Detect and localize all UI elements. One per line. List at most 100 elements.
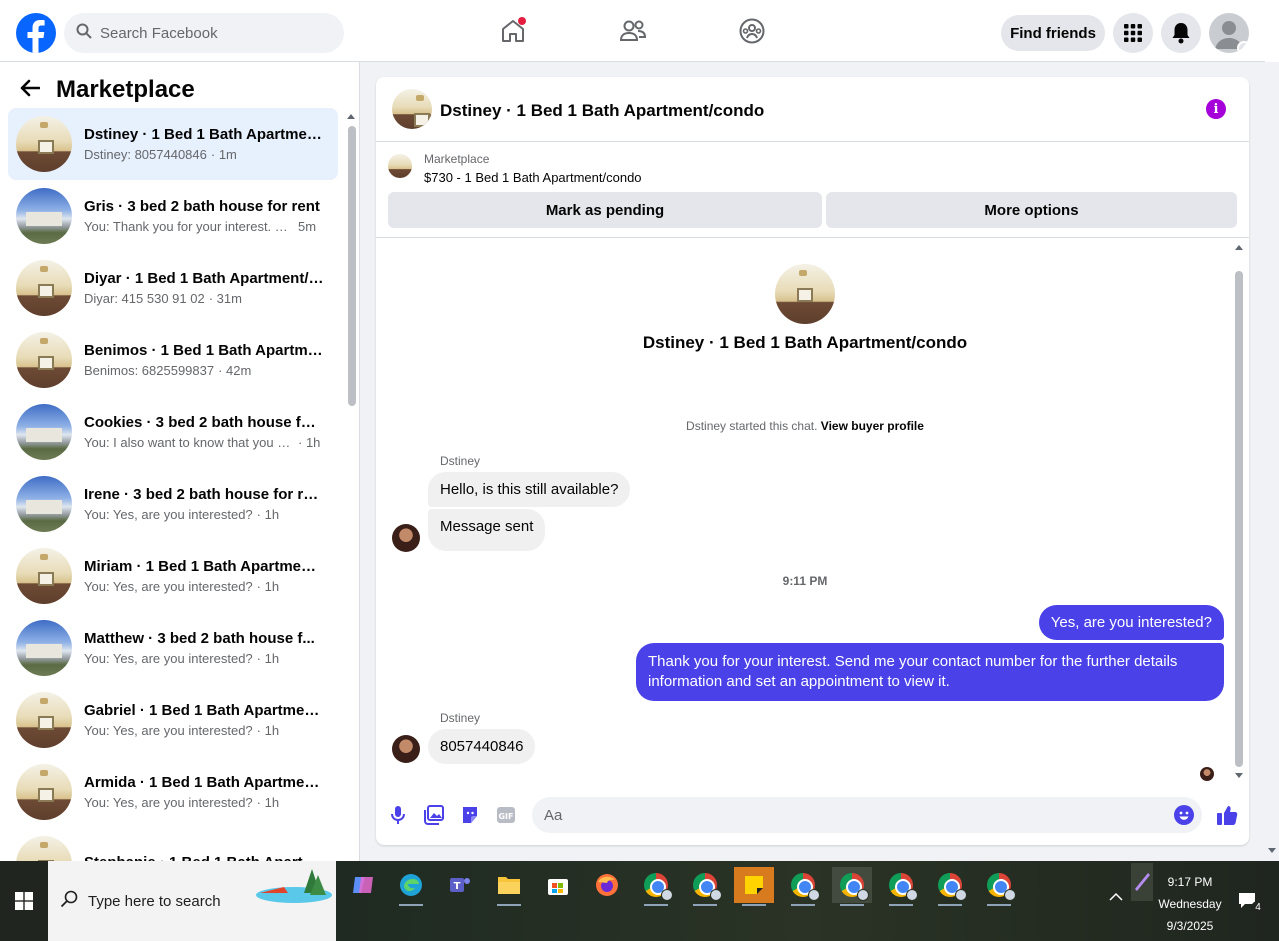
view-buyer-profile-link[interactable]: View buyer profile (821, 419, 924, 433)
sidebar-scrollbar[interactable] (345, 114, 357, 854)
info-icon[interactable]: i (1206, 99, 1226, 119)
search-bar[interactable] (64, 13, 344, 53)
taskbar-search[interactable] (48, 861, 336, 941)
conversation-thumbnail (16, 404, 72, 460)
file-explorer-icon[interactable] (489, 867, 529, 906)
chrome-profile-icon[interactable] (881, 867, 921, 906)
chat-scrollbar[interactable] (1232, 243, 1246, 781)
taskbar-search-input[interactable] (88, 892, 248, 910)
conversation-name: Stephanie · 1 Bed 1 Bath Apart... (84, 854, 324, 862)
conversation-name: Armida · 1 Bed 1 Bath Apartmen... (84, 774, 324, 791)
thumbs-up-icon[interactable] (1215, 803, 1239, 827)
firefox-icon[interactable] (587, 867, 627, 903)
incoming-message[interactable]: Message sent (428, 509, 546, 551)
listing-price-title[interactable]: $730 - 1 Bed 1 Bath Apartment/condo (424, 170, 642, 185)
conversation-item[interactable]: Gris · 3 bed 2 bath house for rent You: T… (8, 180, 338, 252)
store-icon[interactable] (538, 867, 578, 903)
more-options-button[interactable]: More options (826, 192, 1237, 228)
gallery-icon[interactable] (422, 803, 446, 827)
facebook-logo[interactable] (16, 13, 56, 53)
back-arrow-icon[interactable] (20, 79, 41, 102)
copilot-icon[interactable] (343, 867, 383, 903)
chrome-profile-icon[interactable] (783, 867, 823, 906)
conversation-preview: You: Thank you for your interest. S... 5m (84, 219, 324, 234)
conversation-item[interactable]: Stephanie · 1 Bed 1 Bath Apart... (8, 828, 338, 861)
chevron-up-icon[interactable] (1108, 891, 1124, 911)
scroll-down-arrow-icon[interactable] (1268, 848, 1276, 853)
message-input-box[interactable] (532, 797, 1202, 833)
sticky-notes-icon[interactable] (734, 867, 774, 906)
conversation-item[interactable]: Matthew · 3 bed 2 bath house f... You: Ye… (8, 612, 338, 684)
listing-thumbnail[interactable] (392, 89, 432, 129)
conversation-item[interactable]: Gabriel · 1 Bed 1 Bath Apartment... You: … (8, 684, 338, 756)
conversation-time: · 31m (208, 291, 242, 306)
scroll-up-arrow-icon[interactable] (347, 114, 355, 119)
conversation-thumbnail (16, 692, 72, 748)
conversation-name: Cookies · 3 bed 2 bath house for... (84, 414, 324, 431)
chrome-profile-icon[interactable] (685, 867, 725, 906)
started-text: Dstiney started this chat. (686, 419, 818, 433)
chrome-profile-icon[interactable] (979, 867, 1019, 906)
account-avatar[interactable] (1209, 13, 1249, 53)
conversation-name: Miriam · 1 Bed 1 Bath Apartment... (84, 558, 324, 575)
conversation-snippet: Diyar: 415 530 91 02 (84, 291, 205, 306)
conversation-text: Gabriel · 1 Bed 1 Bath Apartment... You: … (84, 702, 324, 738)
groups-icon[interactable] (737, 16, 767, 46)
conversation-item[interactable]: Benimos · 1 Bed 1 Bath Apartme... Benimos… (8, 324, 338, 396)
sticker-icon[interactable] (458, 803, 482, 827)
outgoing-message[interactable]: Yes, are you interested? (1038, 605, 1224, 640)
windows-start-icon[interactable] (0, 861, 48, 941)
edge-icon[interactable] (391, 867, 431, 906)
friends-icon[interactable] (618, 16, 648, 46)
message-input[interactable] (544, 806, 1144, 824)
search-highlight-art (256, 869, 332, 903)
conversation-item[interactable]: Cookies · 3 bed 2 bath house for... You: … (8, 396, 338, 468)
conversation-preview: You: Yes, are you interested? · 1h (84, 795, 324, 810)
conversation-item[interactable]: Armida · 1 Bed 1 Bath Apartmen... You: Ye… (8, 756, 338, 828)
conversation-item[interactable]: Miriam · 1 Bed 1 Bath Apartment... You: Y… (8, 540, 338, 612)
chat-title[interactable]: Dstiney · 1 Bed 1 Bath Apartment/condo (440, 101, 764, 121)
emoji-icon[interactable] (1174, 805, 1194, 830)
menu-grid-icon[interactable] (1113, 13, 1153, 53)
scrollbar-thumb[interactable] (1235, 271, 1243, 767)
conversation-time: · 1h (256, 723, 280, 738)
conversation-thumbnail (16, 836, 72, 861)
conversation-item[interactable]: Diyar · 1 Bed 1 Bath Apartment/c... Diyar… (8, 252, 338, 324)
notification-center-icon[interactable]: 4 (1238, 891, 1265, 941)
chrome-profile-icon[interactable] (930, 867, 970, 906)
pen-icon[interactable] (1131, 863, 1153, 901)
home-icon[interactable] (498, 16, 528, 46)
scroll-up-arrow-icon[interactable] (1235, 245, 1243, 250)
bell-icon[interactable] (1161, 13, 1201, 53)
mark-as-pending-button[interactable]: Mark as pending (388, 192, 822, 228)
page-scrollbar[interactable] (1265, 62, 1279, 861)
search-input[interactable] (100, 24, 320, 42)
sender-avatar[interactable] (392, 735, 420, 763)
incoming-message[interactable]: 8057440846 (428, 729, 536, 764)
message-timestamp: 9:11 PM (782, 574, 828, 588)
chrome-profile-icon[interactable] (832, 867, 872, 906)
conversation-time: · 1h (256, 795, 280, 810)
conversation-snippet: You: Yes, are you interested? (84, 651, 253, 666)
conversation-time: · 1h (256, 507, 280, 522)
conversation-snippet: You: I also want to know that you h... (84, 435, 294, 450)
outgoing-message[interactable]: Thank you for your interest. Send me you… (636, 643, 1224, 701)
sender-avatar[interactable] (392, 524, 420, 552)
chrome-profile-icon[interactable] (636, 867, 676, 906)
conversation-item[interactable]: Dstiney · 1 Bed 1 Bath Apartmen... Dstine… (8, 108, 338, 180)
conversation-item[interactable]: Irene · 3 bed 2 bath house for rent You: … (8, 468, 338, 540)
gif-icon[interactable]: GIF (494, 803, 518, 827)
microphone-icon[interactable] (386, 803, 410, 827)
conversation-snippet: Dstiney: 8057440846 (84, 147, 207, 162)
conversation-text: Dstiney · 1 Bed 1 Bath Apartmen... Dstine… (84, 126, 324, 162)
scroll-down-arrow-icon[interactable] (1235, 773, 1243, 778)
scrollbar-thumb[interactable] (348, 126, 356, 406)
incoming-message[interactable]: Hello, is this still available? (428, 472, 631, 507)
teams-icon[interactable]: T (440, 867, 480, 903)
system-clock[interactable]: 9:17 PM Wednesday 9/3/2025 (1156, 871, 1224, 937)
chevron-down-icon[interactable] (1237, 41, 1249, 53)
conversation-preview: You: Yes, are you interested? · 1h (84, 723, 324, 738)
conversation-name: Irene · 3 bed 2 bath house for rent (84, 486, 324, 503)
sidebar-header: Marketplace (20, 76, 195, 104)
find-friends-button[interactable]: Find friends (1001, 15, 1105, 51)
